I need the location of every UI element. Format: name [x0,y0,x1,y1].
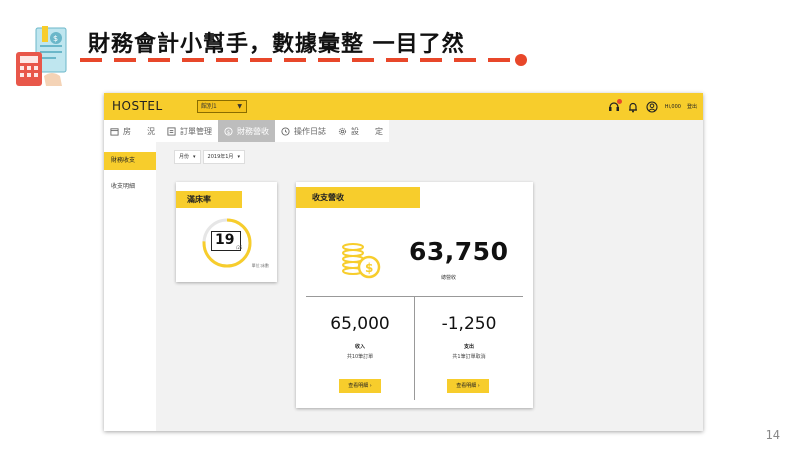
finance-illustration-icon: $ [16,26,67,86]
filter-bar: 月份 ▾ 2019年1月 ▾ [174,150,245,164]
tab-label: 房 況 [123,126,155,136]
income-subtext: 共10筆訂單 [346,354,374,360]
sidebar-item-finance[interactable]: 財務收支 [104,152,156,170]
branch-select-value: 館別1 [201,103,217,110]
svg-text:$: $ [227,129,230,135]
expense-value: -1,250 [441,314,497,334]
user-greeting: Hi,000 [664,103,681,110]
occupancy-unit: /25 [236,245,243,250]
title-underline [80,58,520,62]
chevron-right-icon: › [369,383,372,389]
svg-text:$: $ [365,261,373,275]
coins-icon: $ [342,243,381,279]
top-bar: HOSTEL 館別1 ▼ Hi,000 登出 [104,93,703,120]
history-icon [281,126,290,136]
month-select-value: 2019年1月 [207,154,234,160]
support-icon[interactable] [608,99,622,113]
expense-detail-button-label: 查看明細 [456,383,477,389]
expense-label: 支出 [463,344,474,350]
occupancy-card: 滿床率 19 /25 單位:床數 [176,182,277,282]
income-detail-button[interactable]: 查看明細 › [339,379,381,393]
tab-label: 訂單管理 [180,126,212,136]
total-revenue-value: 63,750 [409,237,509,266]
occupancy-value: 19 [215,232,235,248]
revenue-card: 收支營收 $ 63,750 總營收 65,000 收入 共10筆訂單 查看明細 … [296,182,533,408]
income-label: 收入 [354,344,365,350]
tab-label: 設 定 [351,126,383,136]
top-actions: Hi,000 登出 [608,99,697,114]
dollar-icon: $ [224,126,233,135]
income-detail-button-label: 查看明細 [348,383,369,389]
bell-icon[interactable] [627,100,640,113]
tab-operation-log[interactable]: 操作日誌 [275,120,332,142]
income-section: 65,000 收入 共10筆訂單 查看明細 › [306,297,414,400]
notification-badge [616,99,622,104]
chevron-down-icon: ▾ [193,154,196,160]
occupancy-card-title: 滿床率 [176,191,242,208]
expense-subtext: 共1筆訂單取消 [452,354,486,360]
tab-order-management[interactable]: 訂單管理 [161,120,218,142]
calendar-icon [110,127,119,136]
total-revenue-label: 總營收 [441,275,457,281]
logout-link[interactable]: 登出 [687,103,697,110]
sidebar: 財務收支 收支明細 [104,142,156,431]
sidebar-item-details[interactable]: 收支明細 [104,178,156,196]
list-icon [167,126,176,136]
period-select[interactable]: 月份 ▾ [174,150,201,164]
tab-room-status[interactable]: 房 況 [104,120,161,142]
chevron-down-icon: ▼ [237,103,242,110]
tab-label: 財務營收 [237,126,269,136]
svg-text:$: $ [53,34,58,43]
slide-title: 財務會計小幫手，數據彙整 一目了然 [88,32,465,57]
branch-select[interactable]: 館別1 ▼ [197,100,247,113]
page-number: 14 [765,428,780,442]
expense-detail-button[interactable]: 查看明細 › [447,379,489,393]
brand-logo[interactable]: HOSTEL [112,99,163,113]
period-select-value: 月份 [179,154,190,160]
app-window: HOSTEL 館別1 ▼ Hi,000 登出 房 況 訂單管理 $ 財務營收 操… [104,93,703,431]
tab-settings[interactable]: 設 定 [332,120,389,142]
main-tabs: 房 況 訂單管理 $ 財務營收 操作日誌 設 定 [104,120,389,142]
user-avatar-icon[interactable] [646,100,659,113]
revenue-card-title: 收支營收 [296,187,420,208]
occupancy-note: 單位:床數 [251,263,269,268]
income-value: 65,000 [330,314,390,334]
expense-section: -1,250 支出 共1筆訂單取消 查看明細 › [415,297,523,400]
month-select[interactable]: 2019年1月 ▾ [202,150,245,164]
tab-label: 操作日誌 [294,126,326,136]
gear-icon [338,127,347,135]
title-underline-dot [515,54,527,66]
tab-finance-revenue[interactable]: $ 財務營收 [218,120,275,142]
chevron-down-icon: ▾ [237,154,240,160]
chevron-right-icon: › [477,383,480,389]
